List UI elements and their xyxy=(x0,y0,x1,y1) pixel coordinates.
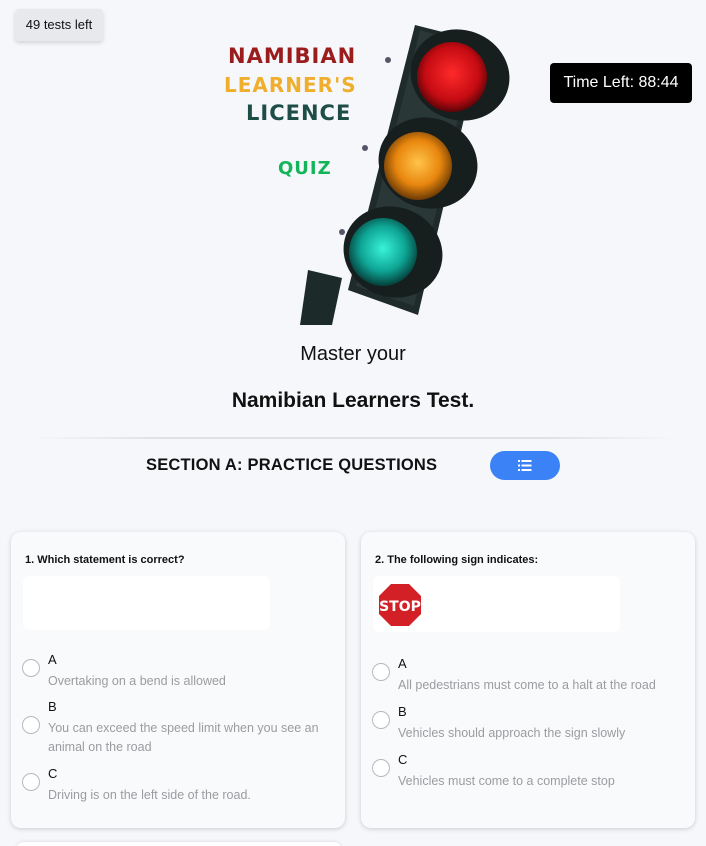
section-title: SECTION A: PRACTICE QUESTIONS xyxy=(146,456,438,474)
radio-button[interactable] xyxy=(22,773,40,791)
divider xyxy=(30,437,676,439)
option-letter: A xyxy=(398,656,407,671)
question-image-box xyxy=(23,576,270,630)
next-card-edge xyxy=(16,842,342,846)
hero-logo: NAMIBIAN LEARNER'S LICENCE QUIZ xyxy=(220,20,520,325)
question-card-1: 1. Which statement is correct? A Overtak… xyxy=(11,532,345,828)
radio-button[interactable] xyxy=(22,659,40,677)
list-icon xyxy=(518,460,532,471)
option-letter: A xyxy=(48,652,57,667)
radio-button[interactable] xyxy=(22,716,40,734)
question-card-2: 2. The following sign indicates: STOP A … xyxy=(361,532,695,828)
tagline-title: Namibian Learners Test. xyxy=(231,389,475,412)
question-title: 1. Which statement is correct? xyxy=(25,554,185,566)
option-letter: C xyxy=(48,766,58,781)
logo-line-quiz: QUIZ xyxy=(278,158,332,179)
logo-line-licence: LICENCE xyxy=(246,101,352,125)
question-list-button[interactable] xyxy=(490,451,560,480)
option-text: You can exceed the speed limit when you … xyxy=(48,721,319,754)
question-image-box: STOP xyxy=(373,576,620,632)
radio-button[interactable] xyxy=(372,759,390,777)
logo-line-namibian: NAMIBIAN xyxy=(228,44,357,68)
option-text: All pedestrians must come to a halt at t… xyxy=(398,678,656,692)
option-letter: C xyxy=(398,752,408,767)
question-title: 2. The following sign indicates: xyxy=(375,554,539,566)
option-text: Vehicles must come to a complete stop xyxy=(398,774,615,788)
option-text: Vehicles should approach the sign slowly xyxy=(398,726,626,740)
tagline-intro: Master your xyxy=(300,343,406,365)
radio-button[interactable] xyxy=(372,711,390,729)
stop-sign-icon: STOP xyxy=(377,582,423,628)
option-letter: B xyxy=(398,704,407,719)
stop-sign-text: STOP xyxy=(379,599,421,615)
time-left-timer: Time Left: 88:44 xyxy=(550,63,692,103)
option-text: Driving is on the left side of the road. xyxy=(48,788,251,802)
option-text: Overtaking on a bend is allowed xyxy=(48,674,226,688)
tests-left-badge: 49 tests left xyxy=(15,9,103,41)
option-letter: B xyxy=(48,699,57,714)
radio-button[interactable] xyxy=(372,663,390,681)
logo-line-learners: LEARNER'S xyxy=(224,73,357,97)
